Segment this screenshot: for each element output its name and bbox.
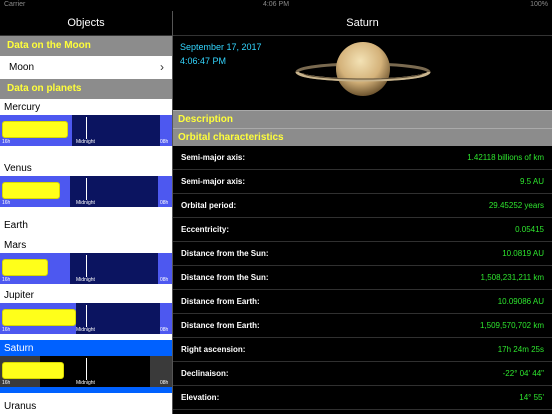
row-value: 1,509,570,702 km bbox=[479, 321, 544, 330]
data-row: Declinaison: -22° 04' 44" bbox=[173, 362, 552, 386]
time-label-start: 16h bbox=[2, 380, 11, 386]
row-value: 9.5 AU bbox=[519, 177, 544, 186]
battery-label: 100% bbox=[530, 1, 548, 8]
row-label: Distance from Earth: bbox=[181, 321, 260, 330]
data-row: Right ascension: 17h 24m 25s bbox=[173, 338, 552, 362]
planet-row-jupiter[interactable]: Jupiter 16h Midnight 08h bbox=[0, 287, 172, 340]
moon-label: Moon bbox=[9, 62, 35, 73]
data-row: Semi-major axis: 1.42118 billions of km bbox=[173, 146, 552, 170]
planet-name: Earth bbox=[4, 220, 28, 231]
planets-section-header: Data on planets bbox=[0, 79, 172, 99]
data-row: Distance from the Sun: 10.0819 AU bbox=[173, 242, 552, 266]
planet-name: Saturn bbox=[4, 343, 34, 354]
planet-row-earth[interactable]: Earth bbox=[0, 214, 172, 237]
row-label: Semi-major axis: bbox=[181, 177, 246, 186]
visibility-chart: 16h Midnight 08h bbox=[0, 253, 172, 284]
planet-name: Mercury bbox=[4, 102, 41, 113]
row-label: Distance from Earth: bbox=[181, 297, 260, 306]
time-label-start: 16h bbox=[2, 139, 11, 145]
data-row: Eccentricity: 0.05415 bbox=[173, 218, 552, 242]
time-label-start: 16h bbox=[2, 200, 11, 206]
visibility-chart: 16h Midnight 08h bbox=[0, 303, 172, 334]
planet-row-mars[interactable]: Mars 16h Midnight 08h bbox=[0, 237, 172, 287]
description-section-header[interactable]: Description bbox=[173, 110, 552, 128]
time-label-start: 16h bbox=[2, 277, 11, 283]
objects-title: Objects bbox=[0, 11, 172, 36]
row-label: Eccentricity: bbox=[181, 225, 230, 234]
planet-name: Jupiter bbox=[4, 290, 35, 301]
row-label: Orbital period: bbox=[181, 201, 237, 210]
data-row: Distance from Earth: 10.09086 AU bbox=[173, 290, 552, 314]
detail-panel: Saturn September 17, 2017 4:06:47 PM Des… bbox=[173, 11, 552, 414]
planet-name: Venus bbox=[4, 163, 32, 174]
data-row: Elevation: 14° 55' bbox=[173, 386, 552, 410]
visibility-bar bbox=[2, 121, 68, 138]
planet-row-mercury[interactable]: Mercury 16h Midnight 08h bbox=[0, 99, 172, 160]
moon-section-header: Data on the Moon bbox=[0, 36, 172, 56]
time-label-end: 08h bbox=[160, 380, 169, 386]
row-label: Declinaison: bbox=[181, 369, 229, 378]
status-bar: Carrier 4:06 PM 100% bbox=[0, 0, 552, 11]
row-value: 0.05415 bbox=[515, 225, 544, 234]
midnight-tick bbox=[86, 178, 87, 200]
time-label-end: 08h bbox=[160, 327, 169, 333]
visibility-bar bbox=[2, 362, 64, 379]
saturn-image bbox=[295, 42, 431, 96]
time-label-midnight: Midnight bbox=[76, 327, 95, 333]
row-value: 17h 24m 25s bbox=[497, 345, 544, 354]
data-row: Orbital period: 29.45252 years bbox=[173, 194, 552, 218]
midnight-tick bbox=[86, 358, 87, 380]
visibility-bar bbox=[2, 309, 76, 326]
row-value: 1,508,231,211 km bbox=[480, 273, 544, 282]
row-label: Distance from the Sun: bbox=[181, 273, 269, 282]
visibility-chart: 16h Midnight 08h bbox=[0, 356, 172, 387]
time-label: 4:06:47 PM bbox=[180, 56, 227, 66]
time-label-end: 08h bbox=[160, 139, 169, 145]
chevron-right-icon: › bbox=[160, 60, 164, 74]
row-value: -22° 04' 44" bbox=[502, 369, 544, 378]
time-label-start: 16h bbox=[2, 327, 11, 333]
row-label: Semi-major axis: bbox=[181, 153, 246, 162]
planet-row-uranus[interactable]: Uranus bbox=[0, 393, 172, 414]
planet-row-saturn[interactable]: Saturn 16h Midnight 08h bbox=[0, 340, 172, 393]
row-value: 1.42118 billions of km bbox=[467, 153, 544, 162]
moon-list-item[interactable]: Moon › bbox=[0, 56, 172, 79]
time-label-end: 08h bbox=[160, 200, 169, 206]
objects-panel: Objects Data on the Moon Moon › Data on … bbox=[0, 11, 172, 414]
row-value: 10.09086 AU bbox=[497, 297, 544, 306]
planet-name: Mars bbox=[4, 240, 27, 251]
data-row: Distance from Earth: 1,509,570,702 km bbox=[173, 314, 552, 338]
detail-title: Saturn bbox=[173, 11, 552, 36]
row-label: Distance from the Sun: bbox=[181, 249, 269, 258]
row-value: 14° 55' bbox=[519, 393, 544, 402]
visibility-bar bbox=[2, 182, 60, 199]
time-label-midnight: Midnight bbox=[76, 139, 95, 145]
time-label-midnight: Midnight bbox=[76, 277, 95, 283]
midnight-tick bbox=[86, 117, 87, 139]
visibility-chart: 16h Midnight 08h bbox=[0, 176, 172, 207]
orbital-section-header[interactable]: Orbital characteristics bbox=[173, 128, 552, 146]
data-row: Distance from the Sun: 1,508,231,211 km bbox=[173, 266, 552, 290]
visibility-bar bbox=[2, 259, 48, 276]
data-row: Semi-major axis: 9.5 AU bbox=[173, 170, 552, 194]
date-label: September 17, 2017 bbox=[180, 42, 262, 52]
planet-row-venus[interactable]: Venus 16h Midnight 08h bbox=[0, 160, 172, 214]
row-label: Elevation: bbox=[181, 393, 220, 402]
row-label: Right ascension: bbox=[181, 345, 246, 354]
midnight-tick bbox=[86, 305, 87, 327]
time-label-midnight: Midnight bbox=[76, 380, 95, 386]
time-label-end: 08h bbox=[160, 277, 169, 283]
midnight-tick bbox=[86, 255, 87, 277]
row-value: 10.0819 AU bbox=[502, 249, 544, 258]
row-value: 29.45252 years bbox=[488, 201, 544, 210]
time-label-midnight: Midnight bbox=[76, 200, 95, 206]
detail-header: September 17, 2017 4:06:47 PM bbox=[173, 36, 552, 110]
visibility-chart: 16h Midnight 08h bbox=[0, 115, 172, 146]
planet-name: Uranus bbox=[4, 401, 37, 412]
status-time: 4:06 PM bbox=[262, 1, 290, 8]
